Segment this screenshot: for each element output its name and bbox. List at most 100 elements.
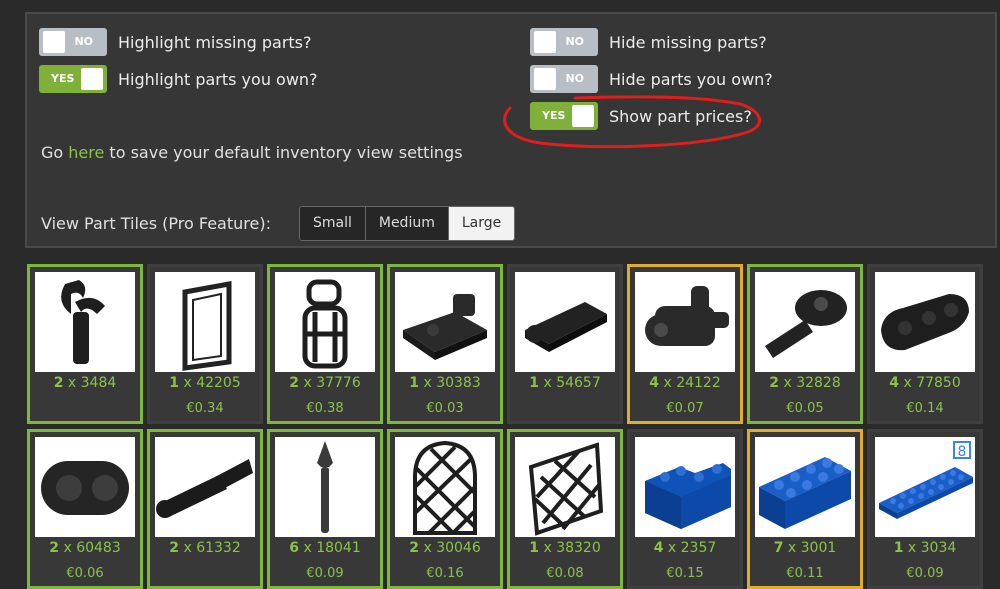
show-prices-toggle[interactable]: YES xyxy=(530,102,598,130)
quantity-separator: x xyxy=(899,375,917,391)
part-number-link[interactable]: 24122 xyxy=(676,375,721,391)
quantity-separator: x xyxy=(179,375,197,391)
part-tile[interactable]: 2 x 61332 xyxy=(147,429,263,589)
part-image xyxy=(635,437,735,537)
door-frame-icon xyxy=(182,281,232,371)
quantity-separator: x xyxy=(783,540,801,556)
part-tile[interactable]: 4 x 24122 €0.07 xyxy=(627,264,743,424)
inventory-settings-panel: NO Highlight missing parts? YES Highligh… xyxy=(25,12,997,248)
toggle-state-label: NO xyxy=(74,35,93,48)
highlight-owned-label: Highlight parts you own? xyxy=(118,69,318,89)
part-price: €0.38 xyxy=(306,401,344,416)
part-tile[interactable]: 6 x 18041 €0.09 xyxy=(267,429,383,589)
part-tile[interactable]: 1 x 30383 €0.03 xyxy=(387,264,503,424)
quantity-count: 2 xyxy=(289,375,299,391)
part-tile[interactable]: 2 x 32828 €0.05 xyxy=(747,264,863,424)
part-image xyxy=(395,272,495,372)
quantity-separator: x xyxy=(299,540,317,556)
part-tile[interactable]: 1 x 54657 xyxy=(507,264,623,424)
toggle-knob xyxy=(81,68,103,90)
part-tile[interactable]: 1 x 38320 €0.08 xyxy=(507,429,623,589)
toggle-state-label: NO xyxy=(565,72,584,85)
highlight-owned-toggle[interactable]: YES xyxy=(39,65,107,93)
quantity-count: 2 xyxy=(169,540,179,556)
quantity-count: 6 xyxy=(289,540,299,556)
part-price: €0.09 xyxy=(906,566,944,581)
part-tile[interactable]: 8 1 x 3034 €0.09 xyxy=(867,429,983,589)
part-number-link[interactable]: 2357 xyxy=(681,540,717,556)
hide-missing-toggle[interactable]: NO xyxy=(530,28,598,56)
hide-missing-label: Hide missing parts? xyxy=(609,32,767,52)
quantity-count: 2 xyxy=(409,540,419,556)
part-quantity: 2 x 60483 xyxy=(30,540,140,556)
quantity-count: 1 xyxy=(169,375,179,391)
toggle-state-label: YES xyxy=(542,109,566,122)
part-tile[interactable]: 7 x 3001 €0.11 xyxy=(747,429,863,589)
part-number-link[interactable]: 77850 xyxy=(916,375,961,391)
part-price: €0.05 xyxy=(786,401,824,416)
part-image xyxy=(275,272,375,372)
part-tile[interactable]: 4 x 77850 €0.14 xyxy=(867,264,983,424)
part-quantity: 1 x 38320 xyxy=(510,540,620,556)
part-number-link[interactable]: 37776 xyxy=(316,375,361,391)
highlight-missing-toggle[interactable]: NO xyxy=(39,28,107,56)
spear-icon xyxy=(317,441,333,533)
part-number-link[interactable]: 42205 xyxy=(196,375,241,391)
clip-plate-icon xyxy=(525,302,607,352)
save-defaults-link[interactable]: here xyxy=(68,143,104,162)
part-number-link[interactable]: 3484 xyxy=(81,375,117,391)
part-image xyxy=(155,272,255,372)
hide-owned-row: NO Hide parts you own? xyxy=(530,64,773,94)
tile-size-selector: Small Medium Large xyxy=(298,206,516,241)
part-quantity: 1 x 54657 xyxy=(510,375,620,391)
quantity-separator: x xyxy=(179,540,197,556)
quantity-separator: x xyxy=(903,540,921,556)
part-image xyxy=(635,272,735,372)
part-number-link[interactable]: 18041 xyxy=(316,540,361,556)
black-clip-arm-icon xyxy=(61,280,105,364)
part-number-link[interactable]: 38320 xyxy=(556,540,601,556)
quantity-separator: x xyxy=(419,540,437,556)
part-image xyxy=(395,437,495,537)
part-quantity: 2 x 37776 xyxy=(270,375,380,391)
part-image xyxy=(35,437,135,537)
hide-owned-toggle[interactable]: NO xyxy=(530,65,598,93)
part-price: €0.03 xyxy=(426,401,464,416)
part-quantity: 1 x 30383 xyxy=(390,375,500,391)
part-tile[interactable]: 2 x 30046 €0.16 xyxy=(387,429,503,589)
part-quantity: 4 x 77850 xyxy=(870,375,980,391)
save-defaults-text: Go here to save your default inventory v… xyxy=(41,143,463,162)
toggle-state-label: NO xyxy=(565,35,584,48)
quantity-count: 4 xyxy=(653,540,664,556)
part-tile[interactable]: 1 x 42205 €0.34 xyxy=(147,264,263,424)
part-tile[interactable]: 2 x 37776 €0.38 xyxy=(267,264,383,424)
part-price: €0.11 xyxy=(786,566,824,581)
tile-size-medium-button[interactable]: Medium xyxy=(365,207,449,240)
part-number-link[interactable]: 61332 xyxy=(196,540,241,556)
hide-missing-row: NO Hide missing parts? xyxy=(530,27,767,57)
part-number-link[interactable]: 32828 xyxy=(796,375,841,391)
part-image xyxy=(875,272,975,372)
tile-size-small-button[interactable]: Small xyxy=(299,207,366,240)
quantity-count: 4 xyxy=(889,375,899,391)
part-number-link[interactable]: 3034 xyxy=(921,540,957,556)
part-tile[interactable]: 2 x 3484 xyxy=(27,264,143,424)
part-price: €0.06 xyxy=(66,566,104,581)
highlight-owned-row: YES Highlight parts you own? xyxy=(39,64,318,94)
quantity-separator: x xyxy=(419,375,437,391)
view-tiles-label: View Part Tiles (Pro Feature): xyxy=(41,214,271,233)
blue-brick-2x4-icon xyxy=(759,457,851,529)
part-number-link[interactable]: 60483 xyxy=(76,540,121,556)
part-price: €0.08 xyxy=(546,566,584,581)
part-number-link[interactable]: 54657 xyxy=(556,375,601,391)
toggle-knob xyxy=(572,105,594,127)
tile-size-large-button[interactable]: Large xyxy=(448,207,515,240)
toggle-knob xyxy=(534,68,556,90)
part-price: €0.14 xyxy=(906,401,944,416)
lantern-cage-icon xyxy=(302,279,348,369)
part-tile[interactable]: 4 x 2357 €0.15 xyxy=(627,429,743,589)
part-number-link[interactable]: 30046 xyxy=(436,540,481,556)
part-number-link[interactable]: 3001 xyxy=(801,540,837,556)
part-tile[interactable]: 2 x 60483 €0.06 xyxy=(27,429,143,589)
part-number-link[interactable]: 30383 xyxy=(436,375,481,391)
